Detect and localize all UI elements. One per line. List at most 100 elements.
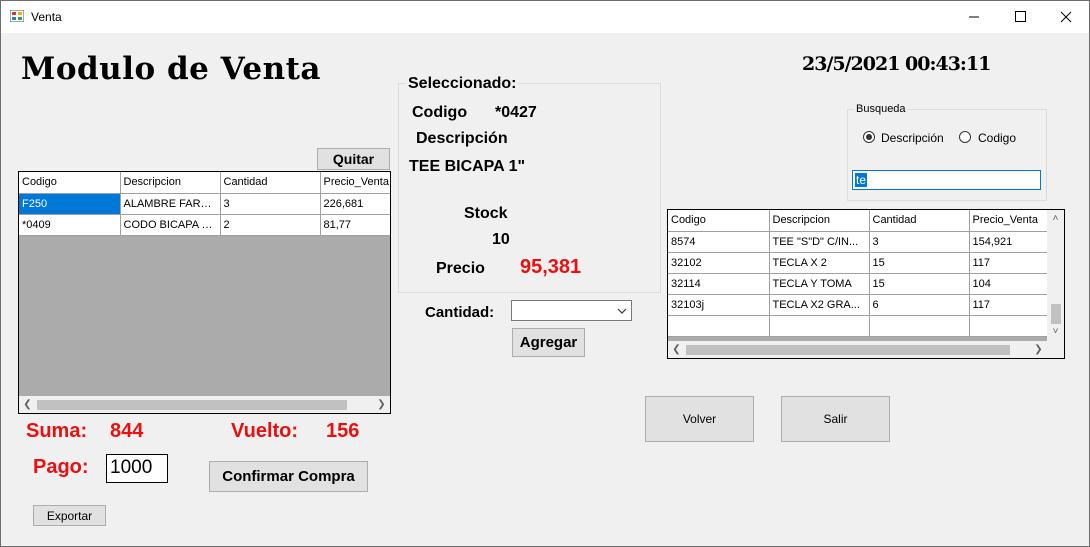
cart-col-price[interactable]: Precio_Venta <box>320 172 390 194</box>
maximize-button[interactable] <box>997 1 1043 33</box>
confirm-purchase-button[interactable]: Confirmar Compra <box>209 461 368 492</box>
table-cell[interactable]: 117 <box>969 252 1049 274</box>
table-row[interactable]: 32102 TECLA X 2 15 117 <box>668 252 1049 274</box>
add-button[interactable]: Agregar <box>512 328 585 357</box>
search-by-code-label[interactable]: Codigo <box>978 131 1016 145</box>
table-cell[interactable]: 117 <box>969 294 1049 316</box>
table-cell[interactable]: ALAMBRE FARD... <box>120 193 221 215</box>
export-button[interactable]: Exportar <box>33 505 106 526</box>
results-col-code[interactable]: Codigo <box>668 210 770 232</box>
table-cell[interactable]: 3 <box>220 193 321 215</box>
window-title: Venta <box>31 10 62 24</box>
table-row[interactable]: 8574 TEE "S"D" C/IN... 3 154,921 <box>668 231 1049 253</box>
table-cell[interactable]: F250 <box>19 193 121 215</box>
table-row[interactable]: *0409 CODO BICAPA 1... 2 81,77 <box>19 214 390 236</box>
cart-horizontal-scrollbar[interactable]: ❮ ❯ <box>19 396 390 413</box>
scroll-down-icon[interactable]: ˅ <box>1047 323 1064 340</box>
table-row[interactable]: 32114 TECLA Y TOMA 15 104 <box>668 273 1049 295</box>
table-cell[interactable]: 6 <box>869 294 970 316</box>
results-grid[interactable]: Codigo Descripcion Cantidad Precio_Venta… <box>667 209 1065 359</box>
table-cell[interactable]: 154,921 <box>969 231 1049 253</box>
scroll-left-icon[interactable]: ❮ <box>668 341 685 358</box>
maximize-icon <box>1015 11 1026 22</box>
cart-grid[interactable]: Codigo Descripcion Cantidad Precio_Venta… <box>18 171 391 414</box>
scroll-thumb[interactable] <box>37 400 347 410</box>
table-cell[interactable]: 226,681 <box>320 193 390 215</box>
change-value: 156 <box>326 420 360 442</box>
scroll-right-icon[interactable]: ❯ <box>373 396 390 413</box>
results-col-description[interactable]: Descripcion <box>769 210 870 232</box>
selected-description-label: Descripción <box>416 130 508 147</box>
price-value: 95,381 <box>520 256 582 278</box>
selected-code-label: Codigo <box>412 104 468 121</box>
remove-button[interactable]: Quitar <box>317 148 390 170</box>
table-cell[interactable]: 8574 <box>668 231 770 253</box>
table-cell[interactable] <box>769 315 870 337</box>
results-col-price[interactable]: Precio_Venta <box>969 210 1049 232</box>
scroll-left-icon[interactable]: ❮ <box>19 396 36 413</box>
back-button[interactable]: Volver <box>645 396 754 442</box>
cart-col-quantity[interactable]: Cantidad <box>220 172 321 194</box>
search-by-code-radio[interactable] <box>959 131 971 143</box>
table-cell[interactable]: TEE "S"D" C/IN... <box>769 231 870 253</box>
table-cell[interactable]: 81,77 <box>320 214 390 236</box>
search-by-description-radio[interactable] <box>863 131 875 143</box>
table-cell[interactable]: *0409 <box>19 214 121 236</box>
change-label: Vuelto: <box>231 420 299 442</box>
datetime-label: 23/5/2021 00:43:11 <box>802 53 991 75</box>
scroll-up-icon[interactable]: ˄ <box>1047 210 1064 227</box>
title-bar: Venta <box>1 1 1089 33</box>
sum-label: Suma: <box>26 420 88 442</box>
sum-value: 844 <box>110 420 144 442</box>
scroll-right-icon[interactable]: ❯ <box>1030 341 1047 358</box>
close-button[interactable] <box>1043 1 1089 33</box>
quantity-select[interactable] <box>511 300 632 321</box>
search-input[interactable]: te <box>852 170 1041 190</box>
sale-window: Venta Modulo de Venta 23/5/2021 00:43:11… <box>0 0 1090 547</box>
table-cell[interactable]: TECLA X2 GRA... <box>769 294 870 316</box>
payment-input[interactable]: 1000 <box>106 454 168 483</box>
minimize-button[interactable] <box>951 1 997 33</box>
table-cell[interactable]: 104 <box>969 273 1049 295</box>
table-cell[interactable]: 32103j <box>668 294 770 316</box>
table-cell[interactable] <box>668 315 770 337</box>
cart-col-description[interactable]: Descripcion <box>120 172 221 194</box>
table-cell[interactable]: TECLA Y TOMA <box>769 273 870 295</box>
search-group-label: Busqueda <box>854 103 908 115</box>
scroll-thumb[interactable] <box>686 345 1010 355</box>
table-cell[interactable]: 15 <box>869 273 970 295</box>
quantity-label: Cantidad: <box>425 304 495 321</box>
table-cell[interactable] <box>869 315 970 337</box>
scroll-corner <box>1047 341 1064 358</box>
close-icon <box>1060 11 1072 23</box>
table-row[interactable] <box>668 315 1049 337</box>
table-cell[interactable]: 32114 <box>668 273 770 295</box>
scroll-thumb[interactable] <box>1051 304 1061 324</box>
results-vertical-scrollbar[interactable]: ˄ ˅ <box>1047 210 1064 341</box>
selected-description-value: TEE BICAPA 1" <box>409 158 526 175</box>
table-cell[interactable]: 32102 <box>668 252 770 274</box>
table-cell[interactable]: 3 <box>869 231 970 253</box>
selected-code-value: *0427 <box>495 104 537 121</box>
table-cell[interactable] <box>969 315 1049 337</box>
table-cell[interactable]: 2 <box>220 214 321 236</box>
table-cell[interactable]: 15 <box>869 252 970 274</box>
table-cell[interactable]: TECLA X 2 <box>769 252 870 274</box>
results-col-quantity[interactable]: Cantidad <box>869 210 970 232</box>
cart-col-code[interactable]: Codigo <box>19 172 121 194</box>
table-row[interactable]: F250 ALAMBRE FARD... 3 226,681 <box>19 193 390 215</box>
cart-table: Codigo Descripcion Cantidad Precio_Venta… <box>19 172 390 236</box>
table-cell[interactable]: CODO BICAPA 1... <box>120 214 221 236</box>
chevron-down-icon <box>617 308 627 314</box>
app-icon <box>10 10 24 22</box>
exit-button[interactable]: Salir <box>781 396 890 442</box>
table-row[interactable]: 32103j TECLA X2 GRA... 6 117 <box>668 294 1049 316</box>
search-input-text: te <box>855 173 868 187</box>
results-horizontal-scrollbar[interactable]: ❮ ❯ <box>668 341 1047 358</box>
search-by-description-label[interactable]: Descripción <box>881 131 944 145</box>
stock-value: 10 <box>492 231 510 248</box>
payment-label: Pago: <box>33 456 89 478</box>
stock-label: Stock <box>464 205 508 222</box>
cart-header-row: Codigo Descripcion Cantidad Precio_Venta <box>19 172 390 194</box>
results-header-row: Codigo Descripcion Cantidad Precio_Venta <box>668 210 1049 232</box>
